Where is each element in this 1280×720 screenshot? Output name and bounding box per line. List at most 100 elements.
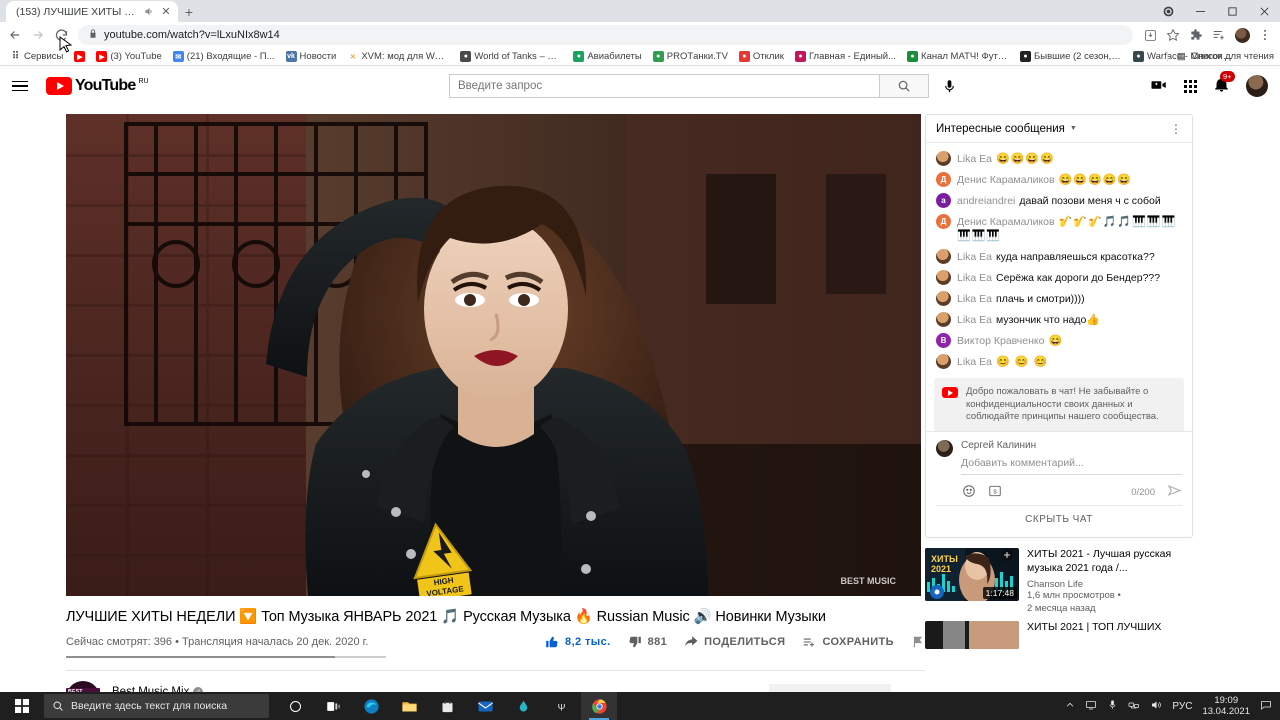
chat-message-author[interactable]: Lika Ea: [957, 251, 992, 263]
bookmark-item[interactable]: ● Авиабилеты: [569, 50, 645, 63]
chat-message: Д Денис Карамаликов 🎷🎷🎷🎵🎵🎹🎹🎹🎹🎹🎹: [926, 211, 1192, 246]
recommended-video-item[interactable]: ХИТЫ 2021 | ТОП ЛУЧШИХ: [925, 621, 1193, 649]
water-app-icon[interactable]: [505, 692, 541, 720]
search-button[interactable]: [879, 74, 929, 98]
maximize-icon[interactable]: [1216, 0, 1248, 22]
notification-bell-icon[interactable]: [899, 685, 925, 692]
new-tab-button[interactable]: +: [178, 2, 200, 22]
back-arrow-icon[interactable]: [4, 24, 26, 46]
chat-welcome-text: Добро пожаловать в чат! Не забывайте о к…: [966, 386, 1159, 422]
file-explorer-icon[interactable]: [391, 692, 427, 720]
bookmark-item[interactable]: ● Бывшие (2 сезон, с...: [1016, 50, 1126, 63]
chat-message-author[interactable]: Lika Ea: [957, 293, 992, 305]
reading-list-icon[interactable]: [1208, 24, 1230, 46]
chat-message-author[interactable]: Денис Карамаликов: [957, 216, 1055, 228]
youtube-apps-grid-icon[interactable]: [1184, 79, 1197, 93]
chat-message-body: Денис Карамаликов 😄😄😄😄😄: [957, 172, 1132, 187]
account-circle-icon[interactable]: [1152, 0, 1184, 22]
edge-icon[interactable]: [353, 692, 389, 720]
bookmark-star-icon[interactable]: [1162, 24, 1184, 46]
browser-tab-active[interactable]: (153) ЛУЧШИЕ ХИТЫ НЕДЕЛ ✕: [6, 1, 178, 22]
bookmark-item[interactable]: ● PROTанки.TV: [649, 50, 732, 63]
reload-icon[interactable]: [50, 24, 72, 46]
hide-chat-button[interactable]: СКРЫТЬ ЧАТ: [936, 505, 1182, 533]
chat-input[interactable]: Добавить комментарий...: [961, 453, 1182, 475]
subscribe-button[interactable]: ВЫ ПОДПИСАНЫ: [769, 684, 891, 692]
search-input[interactable]: Введите запрос: [449, 74, 879, 98]
speaker-icon[interactable]: [144, 6, 155, 17]
bookmark-item[interactable]: ● World of Tanks – Бе...: [456, 50, 566, 63]
bookmark-item[interactable]: ● Отклик: [735, 50, 788, 63]
video-thumbnail[interactable]: [925, 621, 1019, 649]
hamburger-menu-icon[interactable]: [12, 80, 32, 92]
like-button[interactable]: 8,2 тыс.: [545, 635, 611, 649]
create-video-icon[interactable]: [1150, 76, 1168, 97]
reading-list-button[interactable]: ▤ Список для чтения: [1166, 51, 1274, 62]
chat-message-emoji: 😄: [1048, 335, 1064, 347]
youtube-logo[interactable]: YouTube RU: [46, 77, 149, 95]
chat-message-author[interactable]: Lika Ea: [957, 272, 992, 284]
save-button[interactable]: СОХРАНИТЬ: [802, 635, 894, 649]
store-icon[interactable]: [429, 692, 465, 720]
taskbar-clock[interactable]: 19:09 13.04.2021: [1202, 695, 1250, 717]
bookmark-item[interactable]: ⠿ Сервисы: [6, 50, 67, 63]
chrome-icon[interactable]: [581, 692, 617, 720]
emoji-smiley-icon[interactable]: [962, 484, 976, 501]
notifications-button[interactable]: 9+: [1213, 71, 1235, 96]
report-button[interactable]: [911, 635, 925, 649]
windows-start-icon[interactable]: [0, 692, 44, 720]
bookmark-item[interactable]: ● Главная - Единый...: [791, 50, 900, 63]
close-icon[interactable]: ✕: [160, 6, 172, 18]
microphone-icon[interactable]: [937, 74, 961, 98]
chat-message-author[interactable]: Lika Ea: [957, 153, 992, 165]
show-hidden-icons-icon[interactable]: [1065, 700, 1075, 713]
video-thumbnail[interactable]: ХИТЫ 2021 1:17:48: [925, 548, 1019, 601]
kebab-menu-icon[interactable]: ⋮: [1170, 123, 1182, 135]
taskbar-time: 19:09: [1214, 695, 1239, 706]
volume-icon[interactable]: [1150, 699, 1162, 714]
profile-avatar-icon[interactable]: [1231, 24, 1253, 46]
mail-icon[interactable]: [467, 692, 503, 720]
user-avatar-icon[interactable]: [1246, 75, 1268, 97]
display-icon[interactable]: [1085, 699, 1097, 714]
live-chat-message-list[interactable]: Lika Ea 😄😄😄😄 Д Денис Карамаликов 😄😄😄😄😄 а andre…: [926, 143, 1192, 431]
svg-text:BEST MUSIC: BEST MUSIC: [840, 576, 896, 586]
super-chat-dollar-icon[interactable]: $: [988, 484, 1002, 501]
language-indicator[interactable]: РУС: [1172, 701, 1192, 712]
chat-message-author[interactable]: Lika Ea: [957, 356, 992, 368]
close-icon[interactable]: [1248, 0, 1280, 22]
task-view-icon[interactable]: [315, 692, 351, 720]
network-icon[interactable]: [1128, 699, 1140, 714]
bookmark-item[interactable]: ✕ XVM: мод для Worl...: [343, 50, 453, 63]
forward-arrow-icon[interactable]: [27, 24, 49, 46]
taskbar-search-input[interactable]: Введите здесь текст для поиска: [44, 694, 269, 718]
bookmark-item[interactable]: ● Канал МАТЧ! Футб...: [903, 50, 1013, 63]
chat-welcome-link[interactable]: ПОДРОБНЕЕ: [966, 430, 1176, 432]
action-center-icon[interactable]: [1260, 699, 1272, 714]
address-bar[interactable]: youtube.com/watch?v=lLxuNIx8w14: [78, 25, 1133, 45]
minimize-icon[interactable]: [1184, 0, 1216, 22]
channel-avatar[interactable]: BEST MUSIC MIX: [66, 681, 100, 692]
chat-message-author[interactable]: Денис Карамаликов: [957, 174, 1055, 186]
cortana-icon[interactable]: [277, 692, 313, 720]
chat-message-author[interactable]: Lika Ea: [957, 314, 992, 326]
microphone-icon[interactable]: [1107, 699, 1118, 713]
chat-message-author[interactable]: Виктор Кравченко: [957, 335, 1044, 347]
extensions-puzzle-icon[interactable]: [1185, 24, 1207, 46]
chevron-down-icon[interactable]: ▼: [1070, 125, 1077, 132]
chat-message-author[interactable]: andreiandrei: [957, 195, 1015, 207]
bookmark-item[interactable]: vk Новости: [282, 50, 341, 63]
tanks-icon[interactable]: Ψ: [543, 692, 579, 720]
bookmark-item[interactable]: ▶: [70, 50, 89, 63]
chrome-menu-icon[interactable]: [1254, 24, 1276, 46]
install-icon[interactable]: [1139, 24, 1161, 46]
dislike-button[interactable]: 881: [628, 635, 668, 649]
send-arrow-icon[interactable]: [1167, 483, 1182, 501]
bookmark-item[interactable]: ✉ (21) Входящие - П...: [169, 50, 279, 63]
bookmark-item[interactable]: ▶ (3) YouTube: [92, 50, 165, 63]
share-button[interactable]: ПОДЕЛИТЬСЯ: [684, 635, 785, 649]
live-chat-title[interactable]: Интересные сообщения: [936, 123, 1065, 135]
system-tray: РУС 19:09 13.04.2021: [1065, 695, 1280, 717]
recommended-video-item[interactable]: ХИТЫ 2021 1:17:48 ХИТЫ 2021 - Лучшая рус…: [925, 548, 1193, 615]
video-player[interactable]: HIGH VOLTAGE BEST MUSIC: [66, 114, 921, 596]
